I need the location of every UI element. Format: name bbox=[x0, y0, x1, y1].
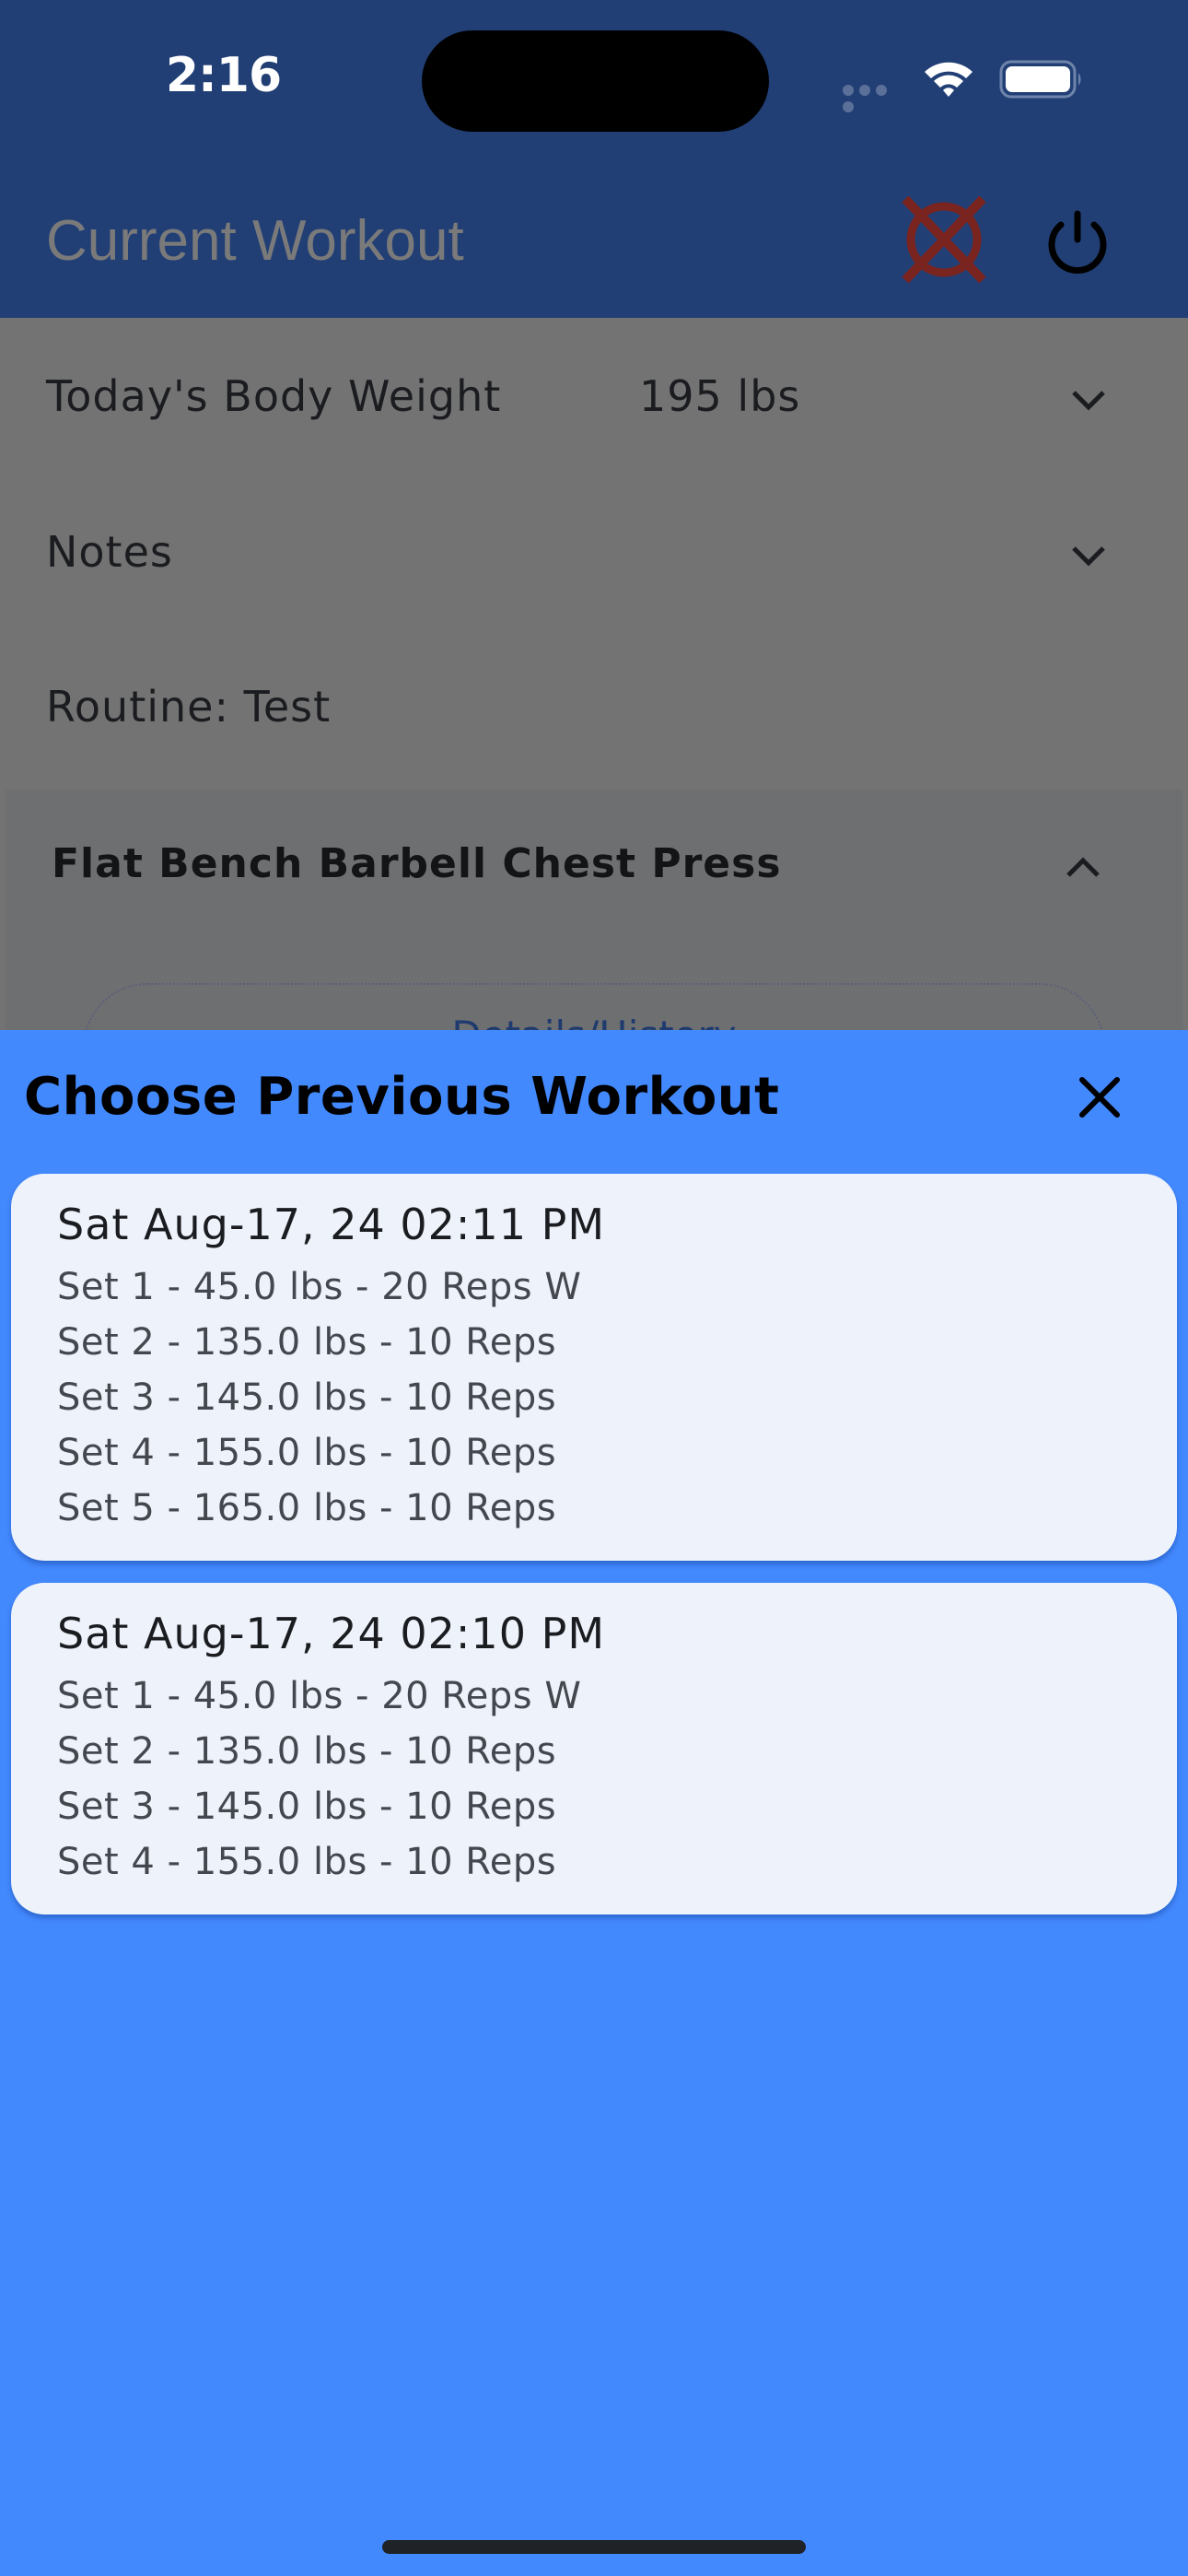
routine-label: Routine: Test bbox=[46, 682, 332, 732]
set-line: Set 4 - 155.0 lbs - 10 Reps bbox=[57, 1841, 557, 1883]
set-line: Set 1 - 45.0 lbs - 20 Reps W bbox=[57, 1266, 582, 1308]
workout-date: Sat Aug-17, 24 02:11 PM bbox=[57, 1200, 606, 1249]
chevron-down-icon bbox=[1072, 546, 1105, 567]
battery-icon bbox=[999, 60, 1081, 99]
chevron-up-icon[interactable] bbox=[1065, 855, 1101, 879]
workout-date: Sat Aug-17, 24 02:10 PM bbox=[57, 1609, 606, 1658]
body-weight-value: 195 lbs bbox=[639, 371, 801, 421]
cellular-signal-icon bbox=[843, 84, 907, 112]
set-line: Set 5 - 165.0 lbs - 10 Reps bbox=[57, 1487, 557, 1529]
previous-workout-card[interactable]: Sat Aug-17, 24 02:10 PM Set 1 - 45.0 lbs … bbox=[11, 1583, 1177, 1914]
choose-previous-workout-sheet: Choose Previous Workout Sat Aug-17, 24 0… bbox=[0, 1030, 1188, 2576]
set-line: Set 1 - 45.0 lbs - 20 Reps W bbox=[57, 1675, 582, 1717]
status-time: 2:16 bbox=[165, 48, 282, 103]
set-line: Set 2 - 135.0 lbs - 10 Reps bbox=[57, 1321, 557, 1364]
power-button[interactable] bbox=[1035, 201, 1120, 286]
wifi-icon bbox=[925, 62, 973, 97]
set-line: Set 3 - 145.0 lbs - 10 Reps bbox=[57, 1376, 557, 1419]
dynamic-island bbox=[422, 30, 769, 132]
notes-label: Notes bbox=[46, 527, 173, 577]
body-weight-label: Today's Body Weight bbox=[46, 371, 502, 421]
set-line: Set 4 - 155.0 lbs - 10 Reps bbox=[57, 1432, 557, 1474]
cancel-workout-icon bbox=[902, 195, 986, 284]
chevron-down-icon bbox=[1072, 391, 1105, 411]
cancel-workout-button[interactable] bbox=[900, 195, 988, 284]
power-icon bbox=[1048, 210, 1107, 274]
close-button[interactable] bbox=[1068, 1067, 1131, 1130]
set-line: Set 2 - 135.0 lbs - 10 Reps bbox=[57, 1730, 557, 1773]
body-weight-row[interactable]: Today's Body Weight 195 lbs bbox=[0, 318, 1188, 474]
exercise-title[interactable]: Flat Bench Barbell Chest Press bbox=[52, 840, 782, 887]
sheet-title: Choose Previous Workout bbox=[24, 1067, 780, 1127]
home-indicator[interactable] bbox=[382, 2540, 806, 2554]
page-title: Current Workout bbox=[46, 209, 464, 273]
close-icon bbox=[1079, 1077, 1120, 1118]
set-line: Set 3 - 145.0 lbs - 10 Reps bbox=[57, 1786, 557, 1828]
notes-row[interactable]: Notes bbox=[0, 474, 1188, 631]
previous-workout-card[interactable]: Sat Aug-17, 24 02:11 PM Set 1 - 45.0 lbs … bbox=[11, 1174, 1177, 1561]
